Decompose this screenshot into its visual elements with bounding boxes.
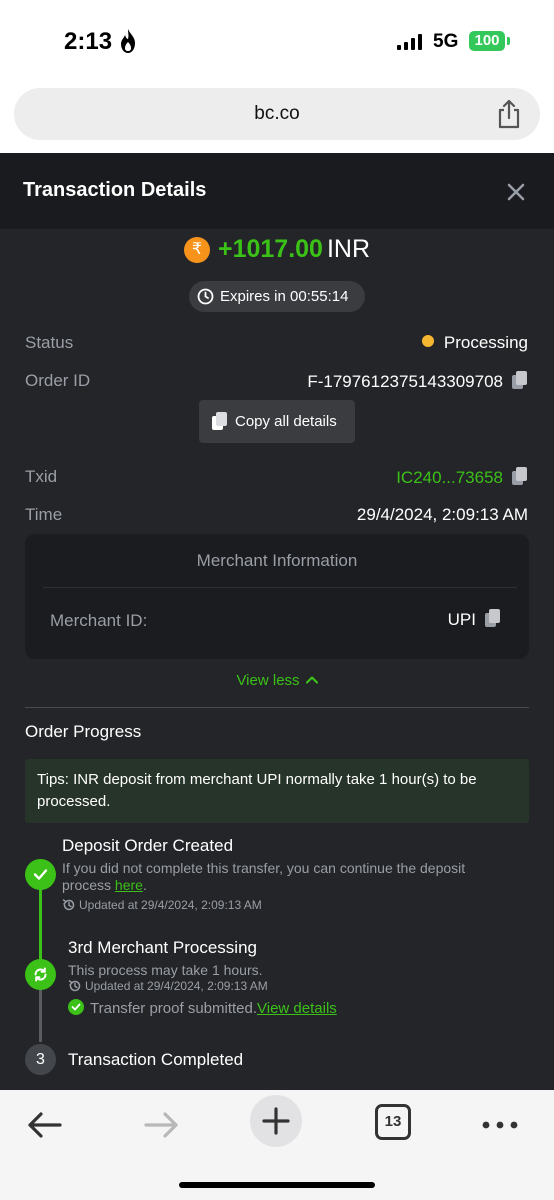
time-value: 29/4/2024, 2:09:13 AM [356, 505, 528, 524]
order-id-label: Order ID [25, 371, 91, 390]
close-icon[interactable] [504, 180, 528, 204]
merchant-info-card: Merchant Information Merchant ID: UPI [25, 534, 529, 659]
tips-box: Tips: INR deposit from merchant UPI norm… [25, 759, 529, 823]
order-id-text: F-1797612375143309708 [307, 372, 503, 391]
signal-icon [397, 34, 422, 50]
step-2-updated-text: Updated at 29/4/2024, 2:09:13 AM [85, 979, 268, 993]
address-bar[interactable]: bc.co [14, 88, 540, 140]
copy-all-details-button[interactable]: Copy all details [199, 400, 355, 443]
merchant-title: Merchant Information [196, 551, 358, 570]
step-3-indicator: 3 [25, 1044, 56, 1075]
url-text[interactable]: bc.co [14, 103, 540, 125]
sync-icon [34, 967, 47, 982]
step-1-title: Deposit Order Created [62, 836, 234, 855]
status-label: Status [25, 333, 74, 352]
view-less-label[interactable]: View less [236, 672, 299, 689]
battery-level: 100 [469, 31, 505, 51]
copy-icon[interactable] [484, 609, 501, 628]
view-less-toggle[interactable]: View less [0, 672, 554, 689]
merchant-id-text: UPI [447, 610, 476, 629]
view-details-link[interactable]: View details [257, 1000, 337, 1017]
status-text: Processing [443, 333, 528, 352]
step-1-updated-text: Updated at 29/4/2024, 2:09:13 AM [79, 898, 262, 912]
home-indicator [179, 1182, 375, 1188]
order-progress-title: Order Progress [25, 722, 142, 741]
txid-link[interactable]: IC240...73658 [396, 468, 503, 487]
flame-icon [121, 29, 135, 53]
amount-value: +1017.00 [217, 235, 323, 263]
check-icon [68, 999, 84, 1015]
step-2-updated: Updated at 29/4/2024, 2:09:13 AM [68, 979, 268, 993]
txid-label: Txid [25, 467, 58, 486]
timeline-line-done [39, 883, 42, 965]
status-time: 2:13 [64, 28, 113, 55]
tabs-icon[interactable]: 13 [375, 1104, 411, 1140]
step-2-indicator [25, 959, 56, 990]
step-1-updated: Updated at 29/4/2024, 2:09:13 AM [62, 898, 262, 912]
back-arrow-icon[interactable] [22, 1102, 68, 1148]
step-2-desc: This process may take 1 hours. [68, 962, 263, 978]
modal-header: Transaction Details [0, 153, 554, 229]
history-icon [68, 980, 81, 992]
network-label: 5G [433, 31, 459, 52]
merchant-id-value: UPI [448, 609, 501, 630]
amount-row: ₹ +1017.00 INR [0, 235, 554, 269]
timeline-line-pending [39, 986, 42, 1042]
txid-value: IC240...73658 [396, 467, 528, 488]
transfer-proof-text: Transfer proof submitted. [90, 1000, 258, 1017]
divider [43, 587, 517, 588]
order-id-value: F-1797612375143309708 [307, 371, 528, 392]
plus-icon [262, 1107, 290, 1135]
copy-icon[interactable] [511, 371, 528, 390]
copy-icon[interactable] [511, 467, 528, 486]
step-1-indicator [25, 859, 56, 890]
merchant-id-label: Merchant ID: [50, 611, 148, 630]
status-value: Processing [421, 333, 528, 353]
transfer-proof-row: Transfer proof submitted.View details [68, 999, 337, 1017]
currency-label: INR [326, 235, 371, 263]
history-icon [62, 899, 75, 911]
status-bar: 2:13 5G 100 [0, 0, 554, 80]
copy-all-label: Copy all details [235, 413, 337, 430]
section-divider [25, 707, 529, 708]
status-dot [421, 335, 434, 347]
step-1-desc: If you did not complete this transfer, y… [62, 860, 466, 893]
step-3-title: Transaction Completed [68, 1050, 244, 1069]
modal-title: Transaction Details [23, 179, 207, 201]
chevron-up-icon [305, 676, 318, 684]
check-icon [33, 869, 48, 880]
expires-text: Expires in 00:55:14 [220, 288, 349, 305]
copy-icon [212, 412, 227, 430]
step-2-title: 3rd Merchant Processing [68, 938, 257, 957]
more-icon[interactable] [477, 1102, 523, 1148]
new-tab-button[interactable] [250, 1095, 302, 1147]
battery-cap [507, 37, 510, 45]
clock-icon [197, 288, 214, 305]
share-icon[interactable] [496, 99, 522, 129]
time-label: Time [25, 505, 63, 524]
forward-arrow-icon[interactable] [138, 1102, 184, 1148]
continue-deposit-link[interactable]: here [115, 877, 143, 893]
transaction-details-modal: Transaction Details ₹ +1017.00 INR Expires… [0, 153, 554, 1090]
rupee-coin-icon: ₹ [183, 236, 210, 263]
expires-badge: Expires in 00:55:14 [189, 281, 365, 312]
